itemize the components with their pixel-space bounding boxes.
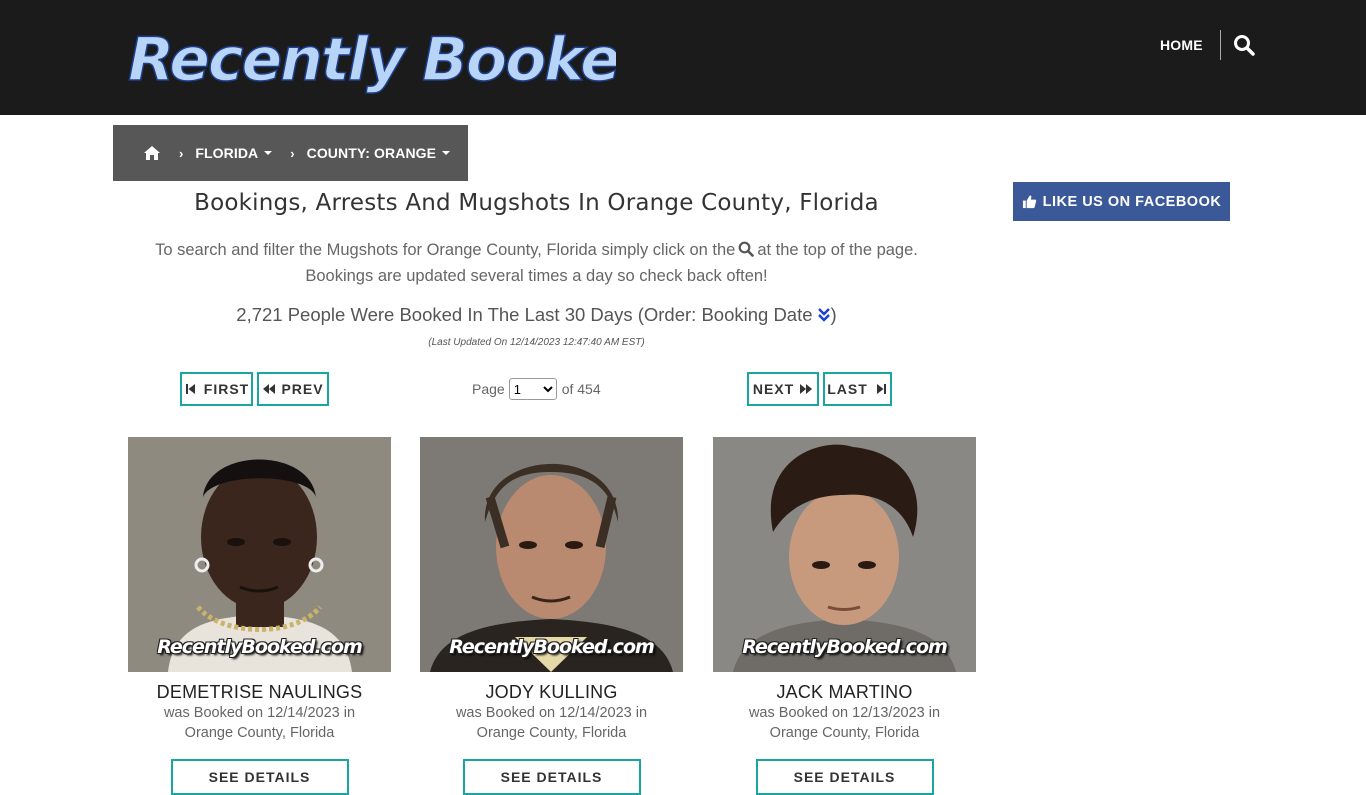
booking-count: 2,721 People Were Booked In The Last 30 … — [113, 304, 960, 326]
sort-order-icon[interactable] — [817, 307, 831, 323]
person-name[interactable]: JACK MARTINO — [713, 682, 976, 703]
last-page-button[interactable]: LAST — [823, 372, 892, 406]
search-icon[interactable] — [1233, 34, 1255, 56]
first-page-label: FIRST — [203, 381, 250, 397]
chevron-right-icon: › — [179, 145, 184, 161]
backward-icon — [263, 384, 276, 394]
mugshot-photo[interactable]: RecentlyBooked.com — [420, 437, 683, 672]
page-label: Page — [472, 381, 505, 397]
breadcrumb-state-label: FLORIDA — [195, 145, 259, 161]
booking-card: RecentlyBooked.com JACK MARTINO was Book… — [713, 437, 976, 795]
person-name[interactable]: JODY KULLING — [420, 682, 683, 703]
thumbs-up-icon — [1022, 195, 1036, 209]
booking-location-text: Orange County, Florida — [184, 725, 335, 741]
page-total-label: of 454 — [561, 381, 601, 397]
booking-card: RecentlyBooked.com DEMETRISE NAULINGS wa… — [128, 437, 391, 795]
next-page-label: NEXT — [752, 381, 795, 397]
site-header: Recently Booked HOME — [0, 0, 1366, 115]
mugshot-watermark: RecentlyBooked.com — [742, 636, 948, 658]
facebook-like-button[interactable]: LIKE US ON FACEBOOK — [1013, 182, 1230, 221]
last-page-label: LAST — [827, 381, 868, 397]
search-icon — [738, 241, 755, 257]
booking-count-text: 2,721 People Were Booked In The Last 30 … — [236, 304, 813, 325]
booking-location-text: Orange County, Florida — [476, 725, 627, 741]
booking-date-text: was Booked on 12/14/2023 in — [455, 705, 648, 721]
booking-count-close: ) — [830, 304, 837, 325]
see-details-button[interactable]: SEE DETAILS — [462, 759, 641, 795]
page-title: Bookings, Arrests And Mugshots In Orange… — [194, 190, 879, 216]
first-page-button[interactable]: FIRST — [180, 372, 253, 406]
booking-location-text: Orange County, Florida — [769, 725, 920, 741]
see-details-button[interactable]: SEE DETAILS — [170, 759, 349, 795]
intro-text-before: To search and filter the Mugshots for Or… — [155, 241, 736, 259]
logo-text: Recently Booked — [128, 25, 616, 94]
page-selector: Page 1 of 454 — [472, 377, 601, 401]
home-icon[interactable] — [143, 145, 161, 161]
next-page-button[interactable]: NEXT — [747, 372, 819, 406]
nav-divider — [1220, 30, 1221, 60]
forward-icon — [800, 384, 813, 394]
person-name[interactable]: DEMETRISE NAULINGS — [128, 682, 391, 703]
step-backward-icon — [185, 384, 195, 394]
prev-page-label: PREV — [281, 381, 324, 397]
caret-down-icon — [264, 151, 273, 155]
last-updated: (Last Updated On 12/14/2023 12:47:40 AM … — [428, 337, 645, 348]
page-select[interactable]: 1 — [508, 378, 557, 400]
site-logo[interactable]: Recently Booked — [126, 18, 616, 94]
breadcrumb-state-dropdown[interactable]: FLORIDA — [195, 145, 273, 161]
intro-text-line2: Bookings are updated several times a day… — [305, 267, 768, 285]
see-details-button[interactable]: SEE DETAILS — [755, 759, 934, 795]
facebook-like-label: LIKE US ON FACEBOOK — [1042, 193, 1222, 210]
mugshot-photo[interactable]: RecentlyBooked.com — [713, 437, 976, 672]
intro-text: To search and filter the Mugshots for Or… — [113, 237, 960, 289]
booking-card: RecentlyBooked.com JODY KULLING was Book… — [420, 437, 683, 795]
breadcrumb-county-dropdown[interactable]: COUNTY: ORANGE — [306, 145, 451, 161]
intro-text-after: at the top of the page. — [757, 241, 918, 259]
mugshot-watermark: RecentlyBooked.com — [449, 636, 655, 658]
prev-page-button[interactable]: PREV — [257, 372, 329, 406]
booking-date-text: was Booked on 12/13/2023 in — [748, 705, 941, 721]
breadcrumb: › FLORIDA › COUNTY: ORANGE — [113, 125, 468, 181]
mugshot-watermark: RecentlyBooked.com — [157, 636, 363, 658]
booking-date-text: was Booked on 12/14/2023 in — [163, 705, 356, 721]
nav-home-link[interactable]: HOME — [1160, 34, 1203, 56]
caret-down-icon — [442, 151, 451, 155]
breadcrumb-county-label: COUNTY: ORANGE — [306, 145, 437, 161]
chevron-right-icon: › — [290, 145, 295, 161]
step-forward-icon — [876, 384, 886, 394]
mugshot-photo[interactable]: RecentlyBooked.com — [128, 437, 391, 672]
